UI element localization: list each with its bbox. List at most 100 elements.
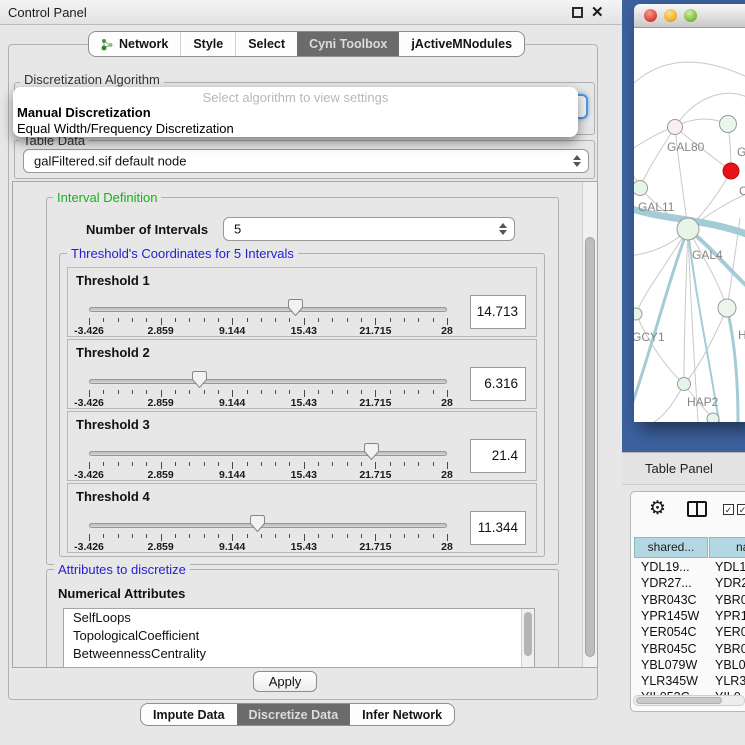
tick-mark <box>347 390 348 394</box>
threshold-slider-track[interactable] <box>89 307 447 312</box>
network-node-h[interactable] <box>718 299 736 317</box>
network-window-titlebar[interactable] <box>634 4 745 28</box>
scrollbar-thumb[interactable] <box>636 697 722 704</box>
tab-style[interactable]: Style <box>180 32 235 56</box>
tab-label: Cyni Toolbox <box>309 37 387 51</box>
close-icon[interactable]: ✕ <box>591 3 604 21</box>
tick-mark <box>289 318 290 322</box>
tick-label: 21.715 <box>359 325 391 337</box>
slider-thumb[interactable] <box>192 371 207 388</box>
threshold-slider-track[interactable] <box>89 451 447 456</box>
scrollbar-thumb[interactable] <box>524 612 532 656</box>
tick-mark <box>103 390 104 394</box>
zoom-traffic-light-icon[interactable] <box>684 9 697 22</box>
table-column-header-shared[interactable]: shared... <box>634 537 708 558</box>
threshold-label: Threshold 2 <box>76 345 150 360</box>
attribute-list-item[interactable]: BetweennessCentrality <box>64 645 534 663</box>
tick-mark <box>103 462 104 466</box>
settings-scroll-area: Interval Definition Number of Intervals … <box>12 181 598 668</box>
node-label: GAL11 <box>638 200 675 214</box>
network-node-gal80[interactable] <box>668 120 683 135</box>
table-row[interactable]: YDR27...YDR2 <box>631 576 745 592</box>
threshold-value-field[interactable]: 11.344 <box>470 511 526 545</box>
tab-network[interactable]: Network <box>89 32 180 56</box>
threshold-row: Threshold 4 -3.4262.8599.14415.4321.7152… <box>67 483 537 553</box>
cell-shared-name: YDL19... <box>641 560 690 574</box>
tick-mark <box>132 390 133 394</box>
tab-jactivemnodules[interactable]: jActiveMNodules <box>399 32 524 56</box>
control-panel-tabbar: NetworkStyleSelect Cyni Toolbox jActiveMNo… <box>88 31 525 57</box>
tab-impute-data[interactable]: Impute Data <box>141 704 237 725</box>
tick-mark <box>218 390 219 394</box>
tab-cyni-toolbox[interactable]: Cyni Toolbox <box>297 32 399 56</box>
node-label: GCY1 <box>634 330 665 344</box>
tab-discretize-data[interactable]: Discretize Data <box>237 704 351 725</box>
tick-mark <box>375 534 376 541</box>
network-node-gcy1[interactable] <box>634 308 642 320</box>
table-horizontal-scrollbar[interactable] <box>633 695 745 706</box>
slider-tick-labels: -3.4262.8599.14415.4321.71528 <box>89 325 447 336</box>
dropdown-option-manual-discretization[interactable]: Manual Discretization <box>17 105 151 120</box>
tick-mark <box>433 390 434 394</box>
cell-name: YER0 <box>715 625 745 639</box>
tick-mark <box>89 462 90 469</box>
network-node[interactable] <box>707 413 719 422</box>
network-node-ga[interactable] <box>720 116 737 133</box>
network-node-gal4[interactable] <box>677 218 699 240</box>
tick-mark <box>289 462 290 466</box>
close-traffic-light-icon[interactable] <box>644 9 657 22</box>
table-row[interactable]: YDL19...YDL1 <box>631 560 745 576</box>
table-row[interactable]: YLR345WYLR3 <box>631 674 745 690</box>
attributes-scrollbar[interactable] <box>521 609 534 668</box>
tick-mark <box>332 318 333 322</box>
table-row[interactable]: YER054CYER0 <box>631 625 745 641</box>
slider-thumb[interactable] <box>288 299 303 316</box>
tick-mark <box>289 534 290 538</box>
cell-shared-name: YBL079W <box>641 658 697 672</box>
slider-thumb[interactable] <box>250 515 265 532</box>
tab-select[interactable]: Select <box>235 32 297 56</box>
slider-thumb[interactable] <box>364 443 379 460</box>
threshold-value-field[interactable]: 21.4 <box>470 439 526 473</box>
tick-mark <box>347 534 348 538</box>
network-canvas[interactable]: GAL80GACGAL11GAL4GCY1HHAP2 <box>634 28 745 422</box>
gear-icon[interactable]: ⚙ <box>649 497 666 520</box>
table-data-select[interactable]: galFiltered.sif default node <box>23 149 589 173</box>
number-of-intervals-spinner[interactable]: 5 <box>223 217 515 241</box>
dropdown-option-equal-width-frequency[interactable]: Equal Width/Frequency Discretization <box>17 121 234 136</box>
number-of-intervals-label: Number of Intervals <box>86 222 208 237</box>
tick-mark <box>275 462 276 466</box>
float-window-icon[interactable] <box>572 7 583 18</box>
attribute-list-item[interactable]: SelfLoops <box>64 609 534 627</box>
checkbox-icon[interactable]: ✓ <box>723 504 734 515</box>
threshold-label: Threshold 1 <box>76 273 150 288</box>
network-node-hap2[interactable] <box>678 378 691 391</box>
tick-mark <box>361 318 362 322</box>
network-node-c[interactable] <box>723 163 739 179</box>
threshold-value-field[interactable]: 6.316 <box>470 367 526 401</box>
tick-mark <box>332 462 333 466</box>
threshold-slider-track[interactable] <box>89 379 447 384</box>
apply-button[interactable]: Apply <box>253 671 317 692</box>
tick-mark <box>418 462 419 466</box>
tick-mark <box>218 318 219 322</box>
tick-mark <box>218 534 219 538</box>
table-row[interactable]: YBR045CYBR0 <box>631 642 745 658</box>
network-node-gal11[interactable] <box>634 181 648 196</box>
threshold-slider-track[interactable] <box>89 523 447 528</box>
checkbox-icon[interactable]: ✓ <box>737 504 745 515</box>
table-column-header-name[interactable]: na <box>709 537 745 558</box>
numerical-attributes-list[interactable]: SelfLoopsTopologicalCoefficientBetweenne… <box>63 608 535 668</box>
minimize-traffic-light-icon[interactable] <box>664 9 677 22</box>
table-row[interactable]: YBR043CYBR0 <box>631 593 745 609</box>
settings-vertical-scrollbar[interactable] <box>582 182 597 667</box>
table-row[interactable]: YPR145WYPR1 <box>631 609 745 625</box>
tick-mark <box>232 318 233 325</box>
attribute-list-item[interactable]: TopologicalCoefficient <box>64 627 534 645</box>
tab-infer-network[interactable]: Infer Network <box>350 704 454 725</box>
table-row[interactable]: YBL079WYBL0 <box>631 658 745 674</box>
scrollbar-thumb[interactable] <box>585 237 595 657</box>
threshold-value-field[interactable]: 14.713 <box>470 295 526 329</box>
column-layout-icon[interactable] <box>687 501 707 517</box>
tick-mark <box>103 534 104 538</box>
